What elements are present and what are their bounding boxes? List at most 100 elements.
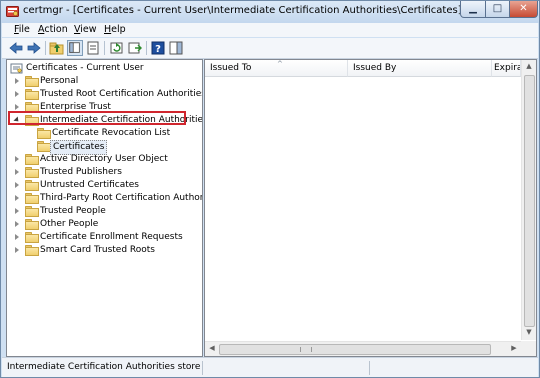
scroll-grip-icon bbox=[300, 347, 312, 352]
horizontal-scrollbar[interactable]: ◀ ▶ bbox=[205, 341, 521, 356]
status-bar: Intermediate Certification Authorities s… bbox=[2, 357, 538, 377]
scroll-right-icon[interactable]: ▶ bbox=[507, 344, 521, 352]
up-folder-icon[interactable] bbox=[49, 40, 65, 56]
folder-icon bbox=[25, 154, 39, 165]
help-icon[interactable]: ? bbox=[150, 40, 166, 56]
tree-item-smart-card-roots[interactable]: Smart Card Trusted Roots bbox=[13, 244, 198, 257]
scroll-left-icon[interactable]: ◀ bbox=[205, 344, 219, 352]
column-header-issued-by[interactable]: Issued By bbox=[348, 60, 492, 77]
scrollbar-corner bbox=[521, 341, 536, 356]
maximize-icon: □ bbox=[492, 3, 503, 14]
export-list-icon[interactable] bbox=[127, 40, 143, 56]
title-bar[interactable]: certmgr - [Certificates - Current User\I… bbox=[1, 1, 539, 23]
expand-arrow-icon[interactable] bbox=[15, 247, 19, 253]
expand-arrow-icon[interactable] bbox=[15, 234, 19, 240]
menu-view-label: iew bbox=[80, 24, 97, 35]
maximize-button[interactable]: □ bbox=[485, 1, 510, 18]
folder-icon bbox=[25, 76, 39, 87]
show-tree-icon[interactable] bbox=[67, 40, 83, 56]
folder-icon bbox=[25, 232, 39, 243]
vertical-scroll-thumb[interactable] bbox=[524, 75, 535, 327]
expand-arrow-icon[interactable] bbox=[15, 182, 19, 188]
console-tree-pane[interactable]: Certificates - Current User Personal Tru… bbox=[6, 59, 203, 357]
certmgr-app-icon bbox=[6, 6, 19, 17]
menu-view[interactable]: View bbox=[74, 24, 97, 35]
toolbar: ? bbox=[2, 38, 538, 59]
status-text: Intermediate Certification Authorities s… bbox=[7, 362, 201, 372]
tree-item-trusted-people[interactable]: Trusted People bbox=[13, 205, 198, 218]
tree-item-enrollment-requests[interactable]: Certificate Enrollment Requests bbox=[13, 231, 198, 244]
tree-item-trusted-publishers[interactable]: Trusted Publishers bbox=[13, 166, 198, 179]
folder-icon bbox=[25, 206, 39, 217]
tree-item-untrusted[interactable]: Untrusted Certificates bbox=[13, 179, 198, 192]
open-folder-icon bbox=[37, 141, 51, 152]
tree-item-label: Trusted Publishers bbox=[40, 167, 122, 177]
tree-item-label: Third-Party Root Certification Authoriti… bbox=[40, 193, 202, 203]
toolbar-separator bbox=[104, 41, 105, 55]
tree-item-crl[interactable]: Certificate Revocation List bbox=[25, 127, 195, 140]
expand-arrow-icon[interactable] bbox=[15, 195, 19, 201]
status-divider bbox=[369, 361, 370, 375]
tree-item-personal[interactable]: Personal bbox=[13, 75, 198, 88]
scroll-down-icon[interactable]: ▼ bbox=[522, 328, 536, 336]
tree-root-label: Certificates - Current User bbox=[26, 63, 144, 73]
certificates-snapin-icon bbox=[10, 63, 23, 74]
folder-icon bbox=[25, 167, 39, 178]
tree-item-label: Active Directory User Object bbox=[40, 154, 168, 164]
tree-item-ad-user-object[interactable]: Active Directory User Object bbox=[13, 153, 198, 166]
menu-file[interactable]: File bbox=[14, 24, 30, 35]
tree-item-certificates[interactable]: Certificates bbox=[25, 140, 195, 155]
expand-arrow-icon[interactable] bbox=[15, 104, 19, 110]
menu-help[interactable]: Help bbox=[104, 24, 126, 35]
show-hide-action-pane-icon[interactable] bbox=[168, 40, 184, 56]
menu-file-label: ile bbox=[18, 24, 30, 35]
app-window: certmgr - [Certificates - Current User\I… bbox=[0, 0, 540, 378]
expand-arrow-icon[interactable] bbox=[15, 156, 19, 162]
back-arrow-icon[interactable] bbox=[8, 40, 24, 56]
tree-item-third-party-root[interactable]: Third-Party Root Certification Authoriti… bbox=[13, 192, 202, 205]
tree-item-label: Certificate Revocation List bbox=[52, 128, 171, 138]
column-header-issued-to[interactable]: Issued To ^ bbox=[205, 60, 348, 77]
toolbar-separator bbox=[146, 41, 147, 55]
tree-item-trusted-root[interactable]: Trusted Root Certification Authorities bbox=[13, 88, 202, 101]
menu-help-label: elp bbox=[111, 24, 126, 35]
sort-ascending-icon: ^ bbox=[277, 60, 283, 68]
folder-icon bbox=[25, 245, 39, 256]
expand-arrow-icon[interactable] bbox=[15, 169, 19, 175]
column-header-label: Issued By bbox=[353, 63, 397, 73]
folder-icon bbox=[37, 128, 51, 139]
expand-arrow-icon[interactable] bbox=[15, 78, 19, 84]
column-header-expiration[interactable]: Expirati bbox=[492, 60, 521, 77]
status-divider bbox=[202, 361, 203, 375]
toolbar-separator bbox=[45, 41, 46, 55]
menu-action-label: ction bbox=[44, 24, 68, 35]
expand-arrow-icon[interactable] bbox=[15, 221, 19, 227]
menu-action[interactable]: Action bbox=[38, 24, 68, 35]
expand-arrow-icon[interactable] bbox=[15, 208, 19, 214]
refresh-icon[interactable] bbox=[109, 40, 125, 56]
tree-item-label: Certificate Enrollment Requests bbox=[40, 232, 183, 242]
tree-item-label: Personal bbox=[40, 76, 79, 86]
folder-icon bbox=[25, 180, 39, 191]
close-icon: ✕ bbox=[519, 3, 528, 14]
close-button[interactable]: ✕ bbox=[509, 1, 538, 18]
horizontal-scroll-thumb[interactable] bbox=[219, 344, 491, 355]
tree-item-label: Untrusted Certificates bbox=[40, 180, 139, 190]
scroll-up-icon[interactable]: ▲ bbox=[522, 62, 536, 70]
tree-item-label: Trusted Root Certification Authorities bbox=[40, 89, 203, 99]
forward-arrow-icon[interactable] bbox=[26, 40, 42, 56]
minimize-button[interactable]: ▁ bbox=[460, 1, 486, 18]
window-title: certmgr - [Certificates - Current User\I… bbox=[23, 5, 462, 16]
expand-arrow-icon[interactable] bbox=[15, 91, 19, 97]
column-header-label: Expirati bbox=[494, 63, 520, 73]
menu-bar: File Action View Help bbox=[2, 23, 538, 37]
vertical-scrollbar[interactable]: ▲ ▼ bbox=[521, 60, 536, 340]
highlight-annotation bbox=[8, 111, 186, 125]
tree-item-other-people[interactable]: Other People bbox=[13, 218, 198, 231]
column-header-label: Issued To bbox=[210, 63, 252, 73]
minimize-icon: ▁ bbox=[469, 3, 477, 14]
results-pane[interactable]: Issued To ^ Issued By Expirati ▲ ▼ ◀ ▶ bbox=[204, 59, 537, 357]
tree-item-label: Trusted People bbox=[40, 206, 106, 216]
properties-icon[interactable] bbox=[85, 40, 101, 56]
tree-item-label: Smart Card Trusted Roots bbox=[40, 245, 155, 255]
